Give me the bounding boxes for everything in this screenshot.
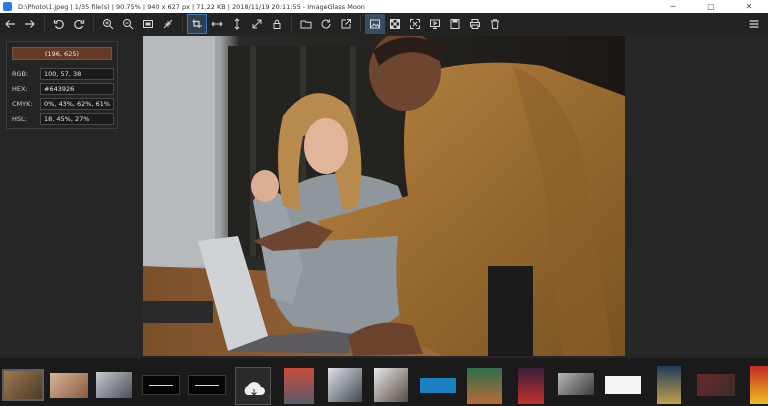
cmyk-label: CMYK: [12, 100, 33, 108]
thumbnail-icon[interactable] [365, 14, 385, 34]
toolbar-separator [291, 17, 292, 31]
thumbnail-item[interactable] [235, 367, 271, 405]
scale-to-fit-icon[interactable] [158, 14, 178, 34]
thumbnail-item[interactable] [605, 376, 641, 394]
window-controls: ─ ▢ ✕ [654, 0, 768, 13]
menu-icon[interactable] [744, 14, 764, 34]
actual-size-icon[interactable] [138, 14, 158, 34]
cmyk-row: CMYK: 0%, 43%, 62%, 61% [12, 98, 114, 110]
main-photo[interactable] [143, 36, 625, 356]
refresh-icon[interactable] [316, 14, 336, 34]
lock-icon[interactable] [267, 14, 287, 34]
hsl-value[interactable]: 18, 45%, 27% [40, 113, 114, 125]
thumbnail-item[interactable] [518, 368, 544, 404]
thumbnail-item[interactable] [2, 369, 44, 401]
toolbar-separator [182, 17, 183, 31]
thumbnail-item[interactable] [374, 368, 408, 402]
scale-to-fill-icon[interactable] [247, 14, 267, 34]
thumbnail-item[interactable] [188, 375, 226, 395]
title-bar: D:\Photo\1.jpeg | 1/35 file(s) | 90.75% … [0, 0, 768, 13]
delete-icon[interactable] [485, 14, 505, 34]
cmyk-value[interactable]: 0%, 43%, 62%, 61% [40, 98, 114, 110]
thumbnail-item[interactable] [50, 373, 88, 398]
color-picker-panel: (196, 625) RGB: 100, 57, 38 HEX: #643926… [6, 41, 118, 129]
slideshow-icon[interactable] [425, 14, 445, 34]
maximize-button[interactable]: ▢ [692, 0, 730, 13]
thumbnail-item[interactable] [142, 375, 180, 395]
zoom-in-icon[interactable] [98, 14, 118, 34]
thumbnail-item[interactable] [96, 372, 132, 398]
hex-label: HEX: [12, 85, 28, 93]
toolbar [0, 13, 768, 35]
thumbnail-item[interactable] [420, 378, 456, 393]
thumbnail-item[interactable] [750, 366, 768, 404]
edit-icon[interactable] [336, 14, 356, 34]
rotate-left-icon[interactable] [49, 14, 69, 34]
close-button[interactable]: ✕ [730, 0, 768, 13]
fit-width-icon[interactable] [207, 14, 227, 34]
thumbnail-item[interactable] [284, 368, 314, 404]
thumbnail-item[interactable] [657, 366, 681, 404]
hex-row: HEX: #643926 [12, 83, 114, 95]
hsl-label: HSL: [12, 115, 27, 123]
hex-value[interactable]: #643926 [40, 83, 114, 95]
thumbnail-item[interactable] [697, 374, 735, 396]
convert-icon[interactable] [445, 14, 465, 34]
window-title: D:\Photo\1.jpeg | 1/35 file(s) | 90.75% … [18, 2, 365, 11]
print-icon[interactable] [465, 14, 485, 34]
fullscreen-icon[interactable] [405, 14, 425, 34]
image-viewer[interactable]: (196, 625) RGB: 100, 57, 38 HEX: #643926… [0, 35, 768, 358]
minimize-button[interactable]: ─ [654, 0, 692, 13]
rgb-value[interactable]: 100, 57, 38 [40, 68, 114, 80]
hsl-row: HSL: 18, 45%, 27% [12, 113, 114, 125]
toolbar-separator [44, 17, 45, 31]
zoom-out-icon[interactable] [118, 14, 138, 34]
rgb-label: RGB: [12, 70, 29, 78]
toolbar-separator [360, 17, 361, 31]
arrow-right-icon[interactable] [20, 14, 40, 34]
fit-height-icon[interactable] [227, 14, 247, 34]
color-swatch: (196, 625) [12, 47, 112, 60]
thumbnail-item[interactable] [467, 368, 502, 404]
rotate-right-icon[interactable] [69, 14, 89, 34]
thumbnail-item[interactable] [328, 368, 362, 402]
rgb-row: RGB: 100, 57, 38 [12, 68, 114, 80]
open-folder-icon[interactable] [296, 14, 316, 34]
toolbar-separator [93, 17, 94, 31]
app-icon [3, 2, 12, 11]
thumbnail-item[interactable] [558, 373, 594, 395]
checkerboard-icon[interactable] [385, 14, 405, 34]
lock-zoom-icon[interactable] [187, 14, 207, 34]
thumbnail-bar [0, 358, 768, 406]
arrow-left-icon[interactable] [0, 14, 20, 34]
